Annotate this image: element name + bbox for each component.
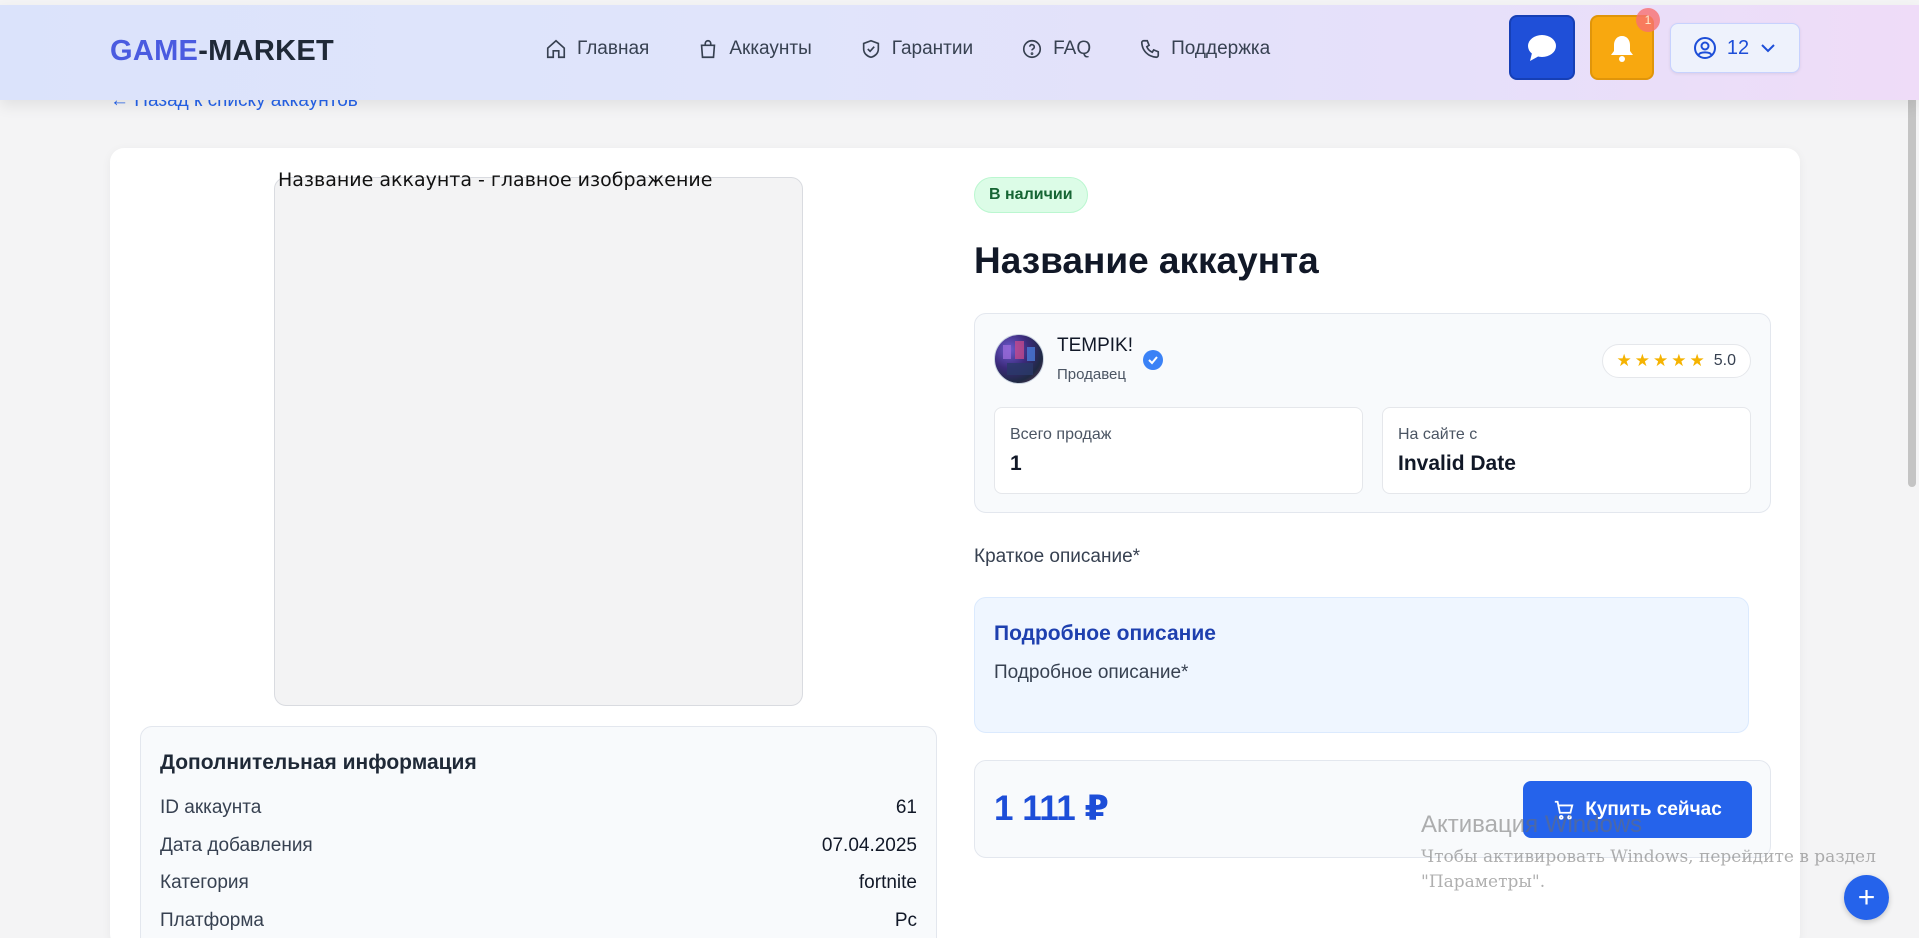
logo-part-2: -MARKET — [198, 35, 335, 67]
seller-avatar[interactable] — [994, 334, 1044, 384]
star-icon: ★ — [1671, 351, 1687, 370]
seller-rating: ★ ★ ★ ★ ★ 5.0 — [1601, 344, 1751, 378]
additional-info-panel: Дополнительная информация ID аккаунта 61… — [140, 726, 937, 938]
total-sales-stat: Всего продаж 1 — [994, 407, 1363, 494]
stat-value: 1 — [1010, 452, 1022, 475]
star-icon: ★ — [1689, 351, 1705, 370]
detailed-description-panel: Подробное описание Подробное описание* — [974, 597, 1749, 733]
info-row: ID аккаунта 61 — [160, 797, 917, 823]
star-icon: ★ — [1653, 351, 1669, 370]
site-logo[interactable]: GAME-MARKET — [110, 35, 334, 68]
info-value: 07.04.2025 — [821, 835, 917, 856]
page-title: Название аккаунта — [974, 240, 1319, 281]
info-label: Категория — [160, 872, 249, 893]
bell-icon — [1611, 35, 1633, 62]
info-row: Платформа Pc — [160, 910, 917, 936]
seller-panel: TEMPIK! Продавец ★ ★ ★ ★ ★ 5.0 Всего про… — [974, 313, 1771, 513]
user-menu-button[interactable]: 12 — [1670, 23, 1800, 73]
shopping-bag-icon — [701, 39, 716, 59]
nav-label: FAQ — [1053, 38, 1092, 59]
nav-item-support[interactable]: Поддержка — [1139, 38, 1270, 60]
logo-part-1: GAME — [110, 35, 199, 67]
plus-icon: + — [1857, 880, 1876, 914]
help-circle-icon — [1023, 39, 1042, 59]
chevron-down-icon — [1761, 44, 1775, 53]
user-balance: 12 — [1726, 36, 1750, 59]
user-circle-icon — [1693, 37, 1716, 59]
stat-label: Всего продаж — [1010, 426, 1112, 443]
nav-item-accounts[interactable]: Аккаунты — [697, 38, 812, 60]
page-scrollbar[interactable] — [1908, 62, 1916, 487]
nav-item-home[interactable]: Главная — [545, 38, 649, 60]
chat-button[interactable] — [1509, 15, 1575, 80]
image-alt-text: Название аккаунта - главное изображение — [278, 169, 713, 191]
info-value: Pc — [894, 910, 917, 931]
notification-badge: 1 — [1636, 8, 1660, 32]
info-label: Дата добавления — [160, 835, 313, 856]
additional-info-title: Дополнительная информация — [160, 751, 477, 774]
stat-label: На сайте с — [1398, 426, 1478, 443]
detailed-description-title: Подробное описание — [994, 622, 1216, 645]
detailed-description-text: Подробное описание* — [994, 662, 1189, 683]
chat-bubble-icon — [1528, 34, 1556, 61]
info-row: Дата добавления 07.04.2025 — [160, 835, 917, 861]
product-main-image[interactable]: Название аккаунта - главное изображение — [274, 169, 803, 706]
star-icon: ★ — [1616, 351, 1632, 370]
rating-value: 5.0 — [1713, 352, 1736, 369]
info-value: fortnite — [858, 872, 917, 893]
star-icon: ★ — [1634, 351, 1650, 370]
avatar-image — [1003, 341, 1035, 375]
info-value: 61 — [895, 797, 917, 818]
price-panel: 1 111 ₽ Купить сейчас — [974, 760, 1771, 858]
floating-add-button[interactable]: + — [1844, 875, 1889, 920]
member-since-stat: На сайте с Invalid Date — [1382, 407, 1751, 494]
info-label: ID аккаунта — [160, 797, 262, 818]
main-nav: Главная Аккаунты Гарантии FAQ Поддержка — [545, 38, 1270, 60]
info-row: Категория fortnite — [160, 872, 917, 898]
home-icon — [546, 39, 566, 59]
seller-role: Продавец — [1057, 366, 1126, 383]
seller-name[interactable]: TEMPIK! — [1057, 335, 1133, 357]
verified-icon — [1143, 350, 1163, 370]
cart-icon — [1555, 800, 1574, 820]
stat-value: Invalid Date — [1398, 452, 1516, 475]
buy-now-button[interactable]: Купить сейчас — [1523, 781, 1752, 838]
nav-item-faq[interactable]: FAQ — [1021, 38, 1091, 60]
info-label: Платформа — [160, 910, 264, 931]
short-description: Краткое описание* — [974, 546, 1141, 567]
nav-item-guarantees[interactable]: Гарантии — [860, 38, 973, 60]
status-badge: В наличии — [974, 177, 1088, 213]
nav-label: Главная — [577, 38, 650, 59]
nav-label: Гарантии — [891, 38, 974, 59]
buy-now-label: Купить сейчас — [1585, 798, 1722, 820]
shield-check-icon — [862, 39, 879, 59]
phone-icon — [1141, 39, 1160, 59]
price-value: 1 111 ₽ — [994, 789, 1109, 828]
nav-label: Поддержка — [1171, 38, 1271, 59]
nav-label: Аккаунты — [729, 38, 812, 59]
